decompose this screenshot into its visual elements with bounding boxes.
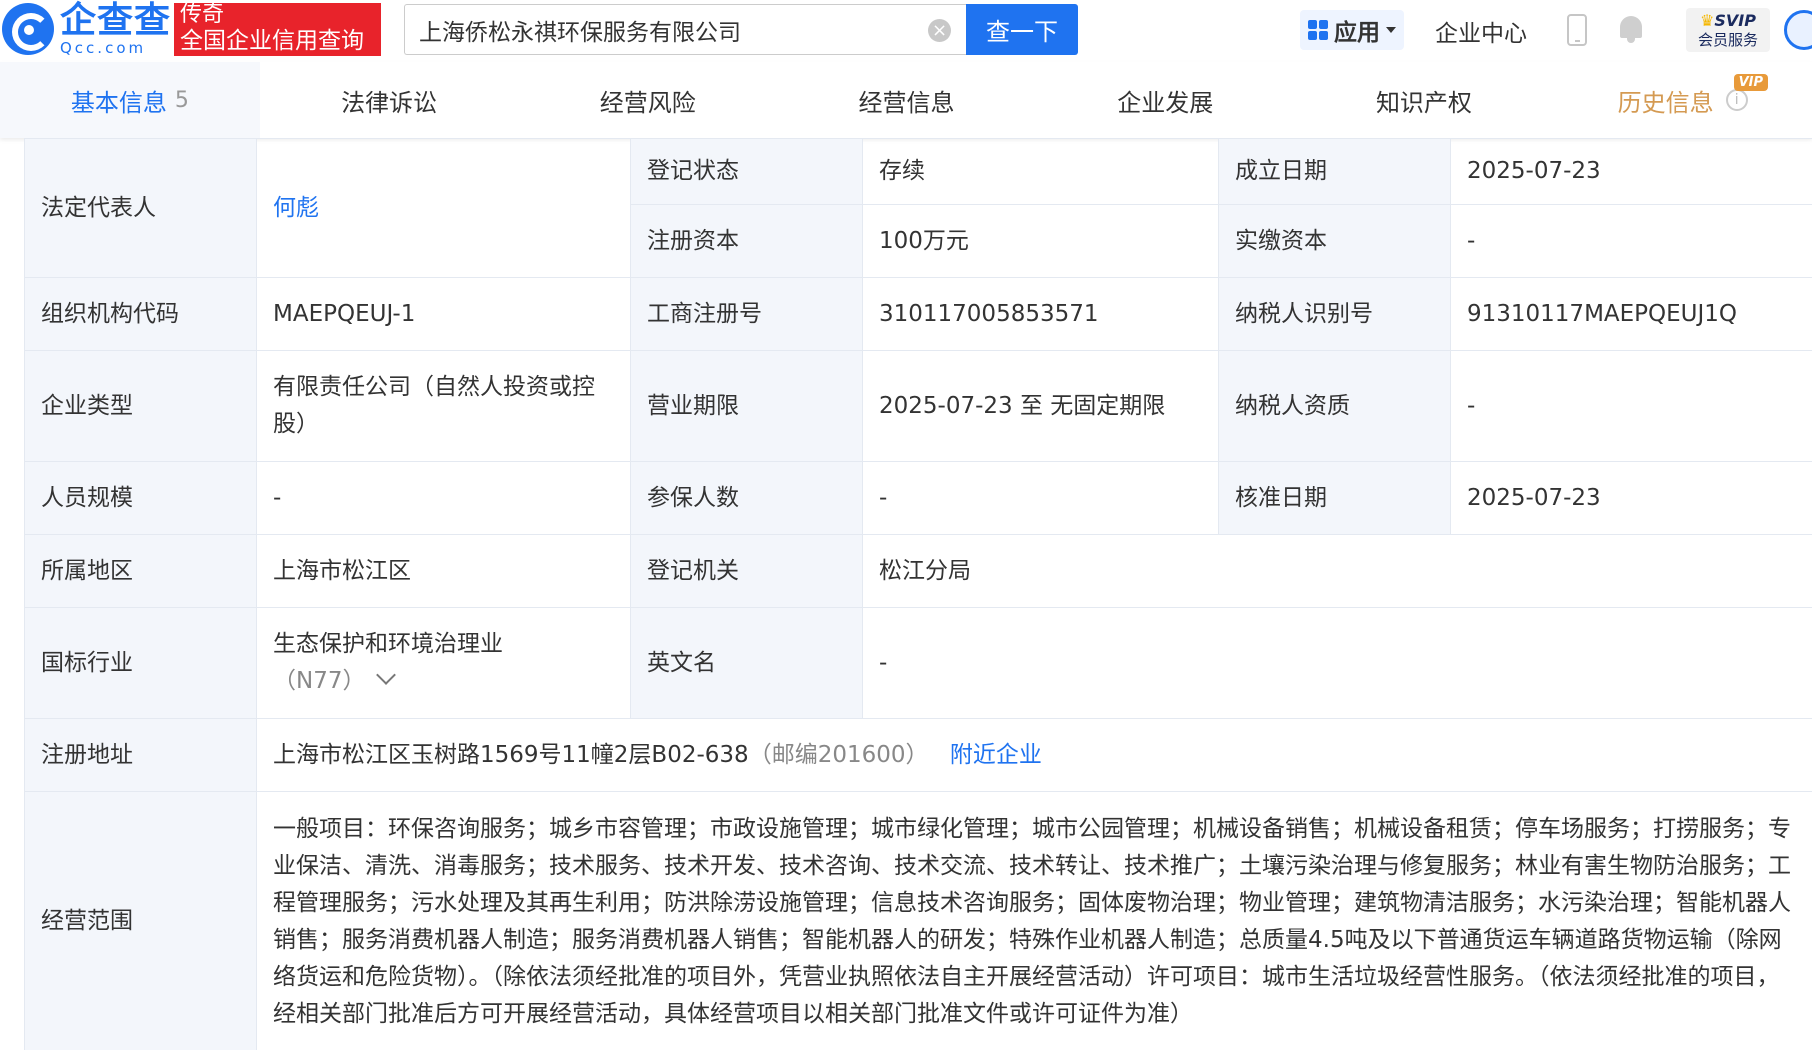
insured-label: 参保人数 [630, 461, 863, 535]
table-row: 注册地址 上海市松江区玉树路1569号11幢2层B02-638（邮编201600… [24, 718, 1812, 792]
clear-icon[interactable]: × [928, 19, 951, 42]
user-avatar-icon[interactable] [1784, 10, 1812, 50]
tab-label: 企业发展 [1117, 88, 1214, 117]
logo-en: Qcc.com [60, 38, 147, 57]
biz-term-label: 营业期限 [630, 350, 863, 462]
reg-capital-label: 注册资本 [630, 204, 863, 278]
taxpayer-id-value: 91310117MAEPQEUJ1Q [1450, 277, 1812, 351]
scope-value: 一般项目：环保咨询服务；城乡市容管理；市政设施管理；城市绿化管理；城市公园管理；… [256, 791, 1812, 1050]
table-row: 人员规模 - 参保人数 - 核准日期 2025-07-23 [24, 461, 1812, 535]
chevron-down-icon[interactable] [376, 665, 397, 685]
english-name-value: - [862, 607, 1812, 719]
reg-status-value: 存续 [862, 138, 1219, 205]
address-cell: 上海市松江区玉树路1569号11幢2层B02-638（邮编201600） 附近企… [256, 718, 1812, 792]
business-info-table: 法定代表人 何彪 登记状态 存续 成立日期 2025-07-23 注册资本 10… [24, 138, 1812, 1050]
logo-text: 企查查 Qcc.com [60, 0, 172, 57]
found-date-value: 2025-07-23 [1450, 138, 1812, 205]
scope-label: 经营范围 [24, 791, 257, 1050]
approval-date-value: 2025-07-23 [1450, 461, 1812, 535]
section-tabs: 基本信息 5 法律诉讼 经营风险 经营信息 企业发展 知识产权 历史信息 VIP… [0, 62, 1812, 138]
app-menu-button[interactable]: 应用 [1300, 10, 1404, 50]
tab-operation-info[interactable]: 经营信息 [777, 62, 1036, 138]
caret-down-icon [1386, 27, 1396, 33]
industry-code: （N77） [273, 668, 366, 694]
search-input[interactable] [419, 13, 919, 47]
qcc-logo[interactable]: 企查查 Qcc.com [0, 0, 171, 58]
reg-authority-label: 登记机关 [630, 534, 863, 608]
legal-rep-label: 法定代表人 [24, 138, 257, 278]
tab-ip[interactable]: 知识产权 [1295, 62, 1554, 138]
svip-button[interactable]: ♛SVIP 会员服务 [1686, 8, 1770, 52]
mobile-icon[interactable] [1567, 14, 1587, 46]
address-label: 注册地址 [24, 718, 257, 792]
taxpayer-qual-label: 纳税人资质 [1218, 350, 1451, 462]
promo-bottom: 全国企业信用查询 [180, 28, 364, 54]
search-button[interactable]: 查一下 [966, 4, 1078, 55]
taxpayer-qual-value: - [1450, 350, 1812, 462]
tab-basic-info[interactable]: 基本信息 5 [0, 62, 260, 138]
industry-value: 生态保护和环境治理业 [273, 631, 503, 657]
grid-icon [1308, 20, 1328, 40]
paid-capital-label: 实缴资本 [1218, 204, 1451, 278]
promo-top: 传奇 [180, 2, 225, 27]
table-row: 企业类型 有限责任公司（自然人投资或控股） 营业期限 2025-07-23 至 … [24, 350, 1812, 462]
tab-label: 历史信息 [1617, 88, 1714, 117]
company-type-value: 有限责任公司（自然人投资或控股） [256, 350, 631, 462]
biz-reg-no-label: 工商注册号 [630, 277, 863, 351]
table-row: 法定代表人 何彪 登记状态 存续 成立日期 2025-07-23 [24, 138, 1812, 278]
promo-banner[interactable]: 传奇 全国企业信用查询 [174, 3, 381, 56]
reg-authority-value: 松江分局 [862, 534, 1812, 608]
taxpayer-id-label: 纳税人识别号 [1218, 277, 1451, 351]
info-icon[interactable]: i [1725, 89, 1748, 111]
biz-term-value: 2025-07-23 至 无固定期限 [862, 350, 1219, 462]
reg-status-label: 登记状态 [630, 138, 863, 205]
legal-rep-link[interactable]: 何彪 [273, 195, 319, 221]
staff-size-value: - [256, 461, 631, 535]
tab-label: 知识产权 [1375, 88, 1472, 117]
region-value: 上海市松江区 [256, 534, 631, 608]
industry-label: 国标行业 [24, 607, 257, 719]
biz-reg-no-value: 310117005853571 [862, 277, 1219, 351]
logo-cn: 企查查 [60, 0, 172, 41]
nearby-companies-link[interactable]: 附近企业 [950, 742, 1042, 768]
svip-subtitle: 会员服务 [1697, 31, 1758, 49]
approval-date-label: 核准日期 [1218, 461, 1451, 535]
industry-cell: 生态保护和环境治理业 （N77） [256, 607, 631, 719]
legal-rep-cell: 何彪 [256, 138, 631, 278]
org-code-value: MAEPQEUJ-1 [256, 277, 631, 351]
reg-capital-value: 100万元 [862, 204, 1219, 278]
top-header: 企查查 Qcc.com 传奇 全国企业信用查询 × 查一下 应用 企业中心 ♛S… [0, 0, 1812, 60]
org-code-label: 组织机构代码 [24, 277, 257, 351]
table-row: 国标行业 生态保护和环境治理业 （N77） 英文名 - [24, 607, 1812, 719]
company-type-label: 企业类型 [24, 350, 257, 462]
postcode: （邮编201600） [748, 741, 929, 768]
region-label: 所属地区 [24, 534, 257, 608]
tab-label: 经营信息 [858, 88, 955, 117]
table-row: 所属地区 上海市松江区 登记机关 松江分局 [24, 534, 1812, 608]
crown-icon: ♛ [1700, 11, 1715, 30]
bell-icon[interactable] [1618, 14, 1644, 44]
vip-badge: VIP [1733, 74, 1769, 91]
table-row: 组织机构代码 MAEPQEUJ-1 工商注册号 310117005853571 … [24, 277, 1812, 351]
search-box: × [404, 4, 966, 55]
staff-size-label: 人员规模 [24, 461, 257, 535]
tab-label: 基本信息 [70, 88, 167, 117]
app-menu-label: 应用 [1334, 20, 1380, 46]
address-value: 上海市松江区玉树路1569号11幢2层B02-638 [273, 741, 749, 768]
tab-history[interactable]: 历史信息 VIP i [1553, 62, 1812, 138]
found-date-label: 成立日期 [1218, 138, 1451, 205]
tab-label: 法律诉讼 [341, 88, 438, 117]
table-row: 经营范围 一般项目：环保咨询服务；城乡市容管理；市政设施管理；城市绿化管理；城市… [24, 791, 1812, 1050]
paid-capital-value: - [1450, 204, 1812, 278]
tab-operation-risk[interactable]: 经营风险 [518, 62, 777, 138]
svip-label: ♛SVIP [1700, 11, 1756, 30]
tab-label: 经营风险 [599, 88, 696, 117]
tab-legal-litigation[interactable]: 法律诉讼 [260, 62, 519, 138]
qcc-logo-icon [2, 3, 54, 55]
tab-development[interactable]: 企业发展 [1036, 62, 1295, 138]
insured-value: - [862, 461, 1219, 535]
tab-count: 5 [174, 87, 189, 113]
enterprise-center-link[interactable]: 企业中心 [1435, 14, 1527, 48]
english-name-label: 英文名 [630, 607, 863, 719]
